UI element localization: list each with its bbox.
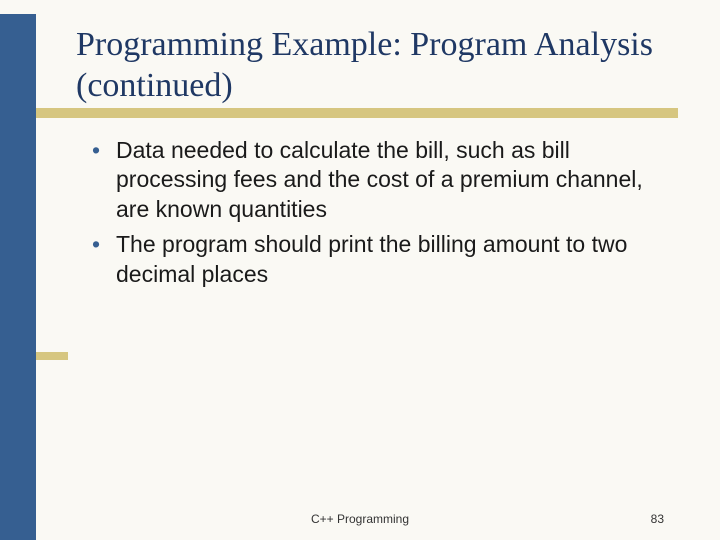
slide-content: Data needed to calculate the bill, such …: [92, 136, 672, 295]
sidebar-accent: [0, 14, 36, 540]
bullet-item: Data needed to calculate the bill, such …: [92, 136, 672, 224]
bullet-item: The program should print the billing amo…: [92, 230, 672, 289]
accent-bar-top: [36, 108, 678, 118]
slide-title: Programming Example: Program Analysis (c…: [76, 24, 696, 107]
accent-bar-side: [36, 352, 68, 360]
footer-label: C++ Programming: [0, 512, 720, 526]
page-number: 83: [651, 512, 664, 526]
